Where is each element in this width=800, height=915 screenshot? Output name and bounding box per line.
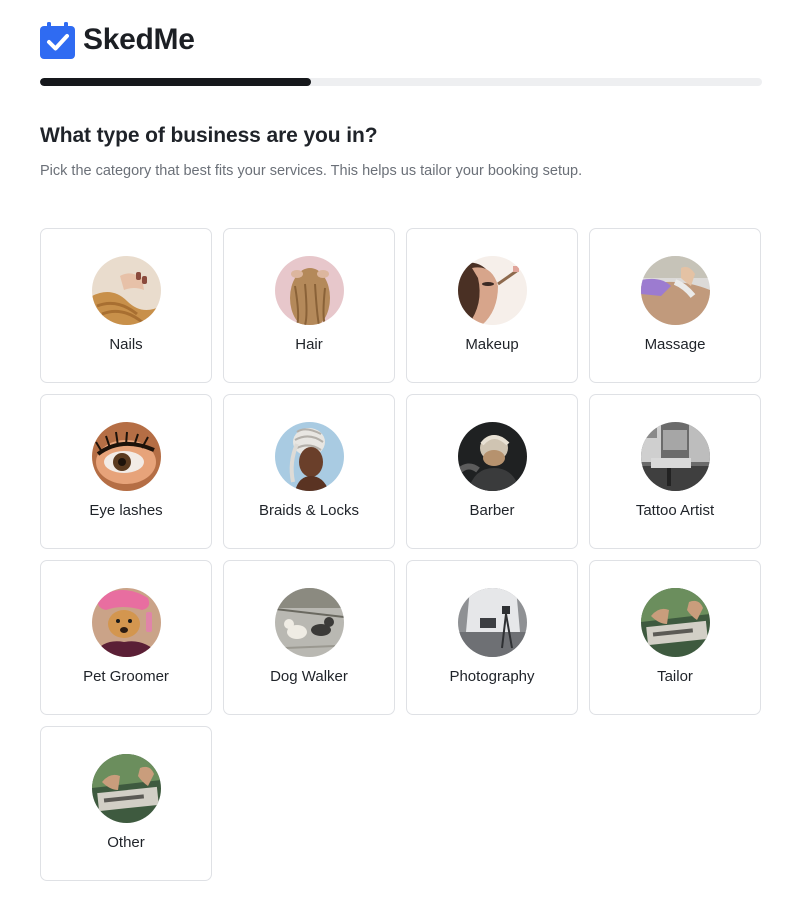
category-card-dog-walker[interactable]: Dog Walker	[223, 560, 395, 715]
photography-studio-photo	[457, 588, 527, 657]
category-card-braids-locks[interactable]: Braids & Locks	[223, 394, 395, 549]
category-card-nails[interactable]: Nails	[40, 228, 212, 383]
category-label: Dog Walker	[270, 668, 348, 685]
category-label: Massage	[644, 336, 706, 353]
category-card-tailor[interactable]: Tailor	[589, 560, 761, 715]
nails-photo	[91, 256, 161, 325]
page-title: What type of business are you in?	[40, 124, 378, 147]
category-label: Hair	[295, 336, 323, 353]
hair-photo	[274, 256, 344, 325]
category-card-tattoo-artist[interactable]: Tattoo Artist	[589, 394, 761, 549]
progress-bar	[40, 78, 762, 86]
braids-photo	[274, 422, 344, 491]
category-label: Tattoo Artist	[635, 502, 715, 519]
calendar-check-icon	[40, 21, 75, 59]
category-label: Tailor	[657, 668, 693, 685]
category-card-other[interactable]: Other	[40, 726, 212, 881]
category-card-eye-lashes[interactable]: Eye lashes	[40, 394, 212, 549]
category-card-pet-groomer[interactable]: Pet Groomer	[40, 560, 212, 715]
category-card-makeup[interactable]: Makeup	[406, 228, 578, 383]
category-card-photography[interactable]: Photography	[406, 560, 578, 715]
eye-lashes-photo	[91, 422, 161, 491]
category-label: Nails	[109, 336, 143, 353]
category-label: Pet Groomer	[83, 668, 169, 685]
category-label: Barber	[469, 502, 515, 519]
app-logo: SkedMe	[40, 21, 195, 59]
onboarding-page: SkedMe What type of business are you in?…	[0, 0, 800, 915]
category-grid: Nails Hair Makeup Massage Eye lashes Bra…	[40, 228, 762, 881]
makeup-photo	[457, 256, 527, 325]
category-label: Braids & Locks	[258, 502, 360, 519]
massage-photo	[640, 256, 710, 325]
category-label: Photography	[449, 668, 535, 685]
tailor-sewing-photo	[640, 588, 710, 657]
app-name: SkedMe	[83, 23, 195, 56]
other-sewing-photo	[91, 754, 161, 823]
barber-photo	[457, 422, 527, 491]
tattoo-studio-photo	[640, 422, 710, 491]
category-card-hair[interactable]: Hair	[223, 228, 395, 383]
progress-fill	[40, 78, 311, 86]
page-subtitle: Pick the category that best fits your se…	[40, 163, 583, 179]
category-label: Other	[107, 834, 145, 851]
category-label: Makeup	[465, 336, 519, 353]
category-label: Eye lashes	[89, 502, 163, 519]
category-card-barber[interactable]: Barber	[406, 394, 578, 549]
pet-groomer-photo	[91, 588, 161, 657]
dog-walker-photo	[274, 588, 344, 657]
category-card-massage[interactable]: Massage	[589, 228, 761, 383]
